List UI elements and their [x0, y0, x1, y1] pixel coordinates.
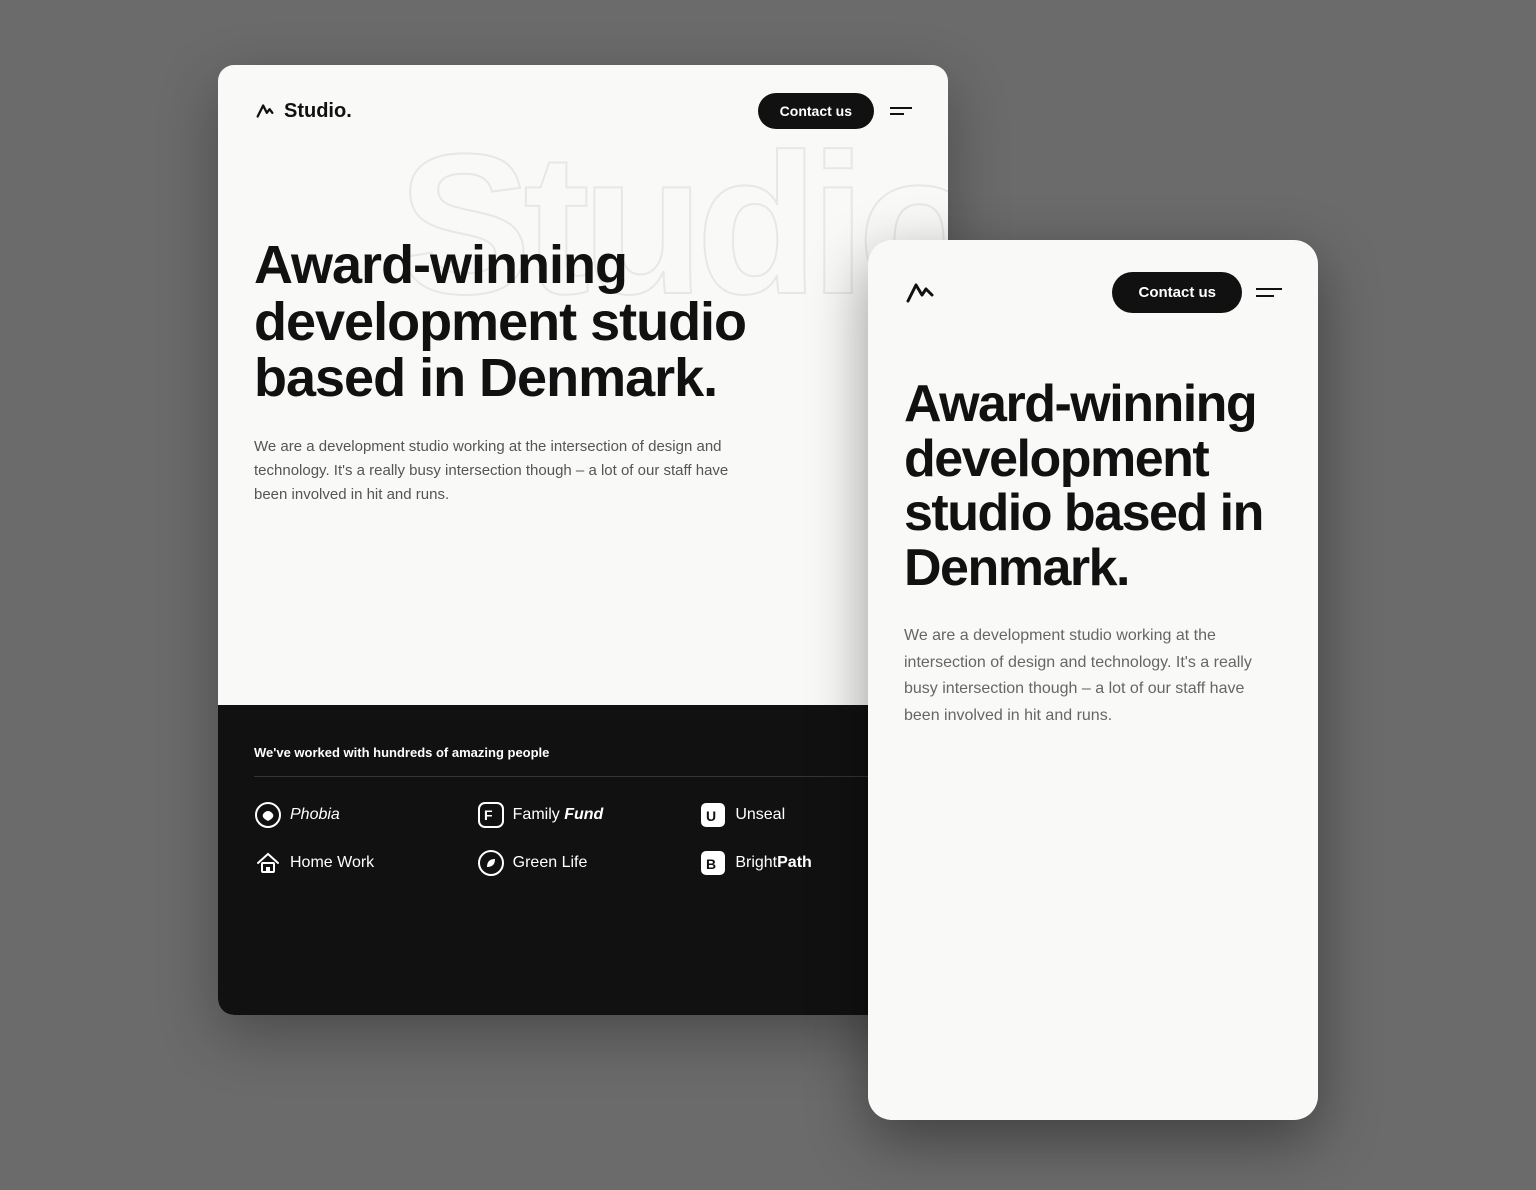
mobile-hero-heading: Award-winning development studio based i… — [904, 377, 1282, 595]
desktop-logo: Studio. — [254, 100, 352, 123]
mobile-menu-icon[interactable] — [1256, 288, 1282, 297]
desktop-hero: Award-winning development studio based i… — [218, 157, 948, 547]
client-homework: Home Work — [254, 849, 467, 877]
desktop-contact-button[interactable]: Contact us — [758, 93, 874, 129]
desktop-hero-subtext: We are a development studio working at t… — [254, 435, 734, 507]
svg-text:B: B — [706, 856, 716, 872]
mobile-nav: Contact us — [1112, 272, 1282, 313]
client-greenlife: Green Life — [477, 849, 690, 877]
desktop-nav: Contact us — [758, 93, 912, 129]
phobia-name: Phobia — [290, 806, 340, 824]
mobile-contact-button[interactable]: Contact us — [1112, 272, 1242, 313]
brightpath-icon: B — [699, 849, 727, 877]
svg-text:U: U — [706, 808, 716, 824]
desktop-hero-heading: Award-winning development studio based i… — [254, 237, 754, 407]
unseal-icon: U — [699, 801, 727, 829]
phobia-icon — [254, 801, 282, 829]
client-phobia: Phobia — [254, 801, 467, 829]
scene: Studio. Contact us Studio. Award-winning… — [218, 65, 1318, 1125]
familyfund-name: Family Fund — [513, 806, 604, 824]
homework-name: Home Work — [290, 854, 374, 872]
desktop-logo-text: Studio. — [284, 100, 352, 123]
familyfund-icon: F — [477, 801, 505, 829]
homework-icon — [254, 849, 282, 877]
studio-logo-icon — [254, 100, 276, 122]
greenlife-name: Green Life — [513, 854, 588, 872]
unseal-name: Unseal — [735, 806, 785, 824]
clients-label: We've worked with hundreds of amazing pe… — [254, 745, 912, 777]
client-familyfund: F Family Fund — [477, 801, 690, 829]
greenlife-icon — [477, 849, 505, 877]
desktop-dark-section: We've worked with hundreds of amazing pe… — [218, 705, 948, 1015]
clients-grid: Phobia F Family Fund U — [254, 801, 912, 877]
brightpath-name: BrightPath — [735, 854, 811, 872]
svg-text:F: F — [484, 807, 493, 823]
desktop-header: Studio. Contact us — [218, 65, 948, 157]
desktop-menu-icon[interactable] — [890, 107, 912, 115]
mobile-hero-subtext: We are a development studio working at t… — [904, 623, 1282, 729]
desktop-window: Studio. Contact us Studio. Award-winning… — [218, 65, 948, 1015]
